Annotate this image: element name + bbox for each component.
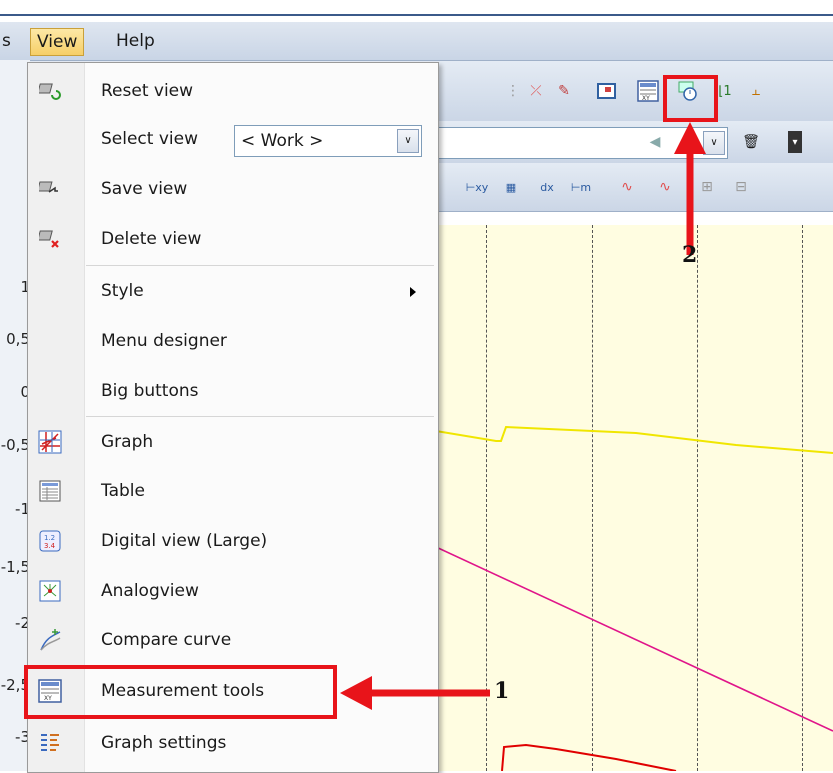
menu-item-graph[interactable]: Graph [28, 418, 438, 466]
menu-item-label: Save view [101, 179, 188, 199]
menu-item-save-view[interactable]: Save view [28, 165, 438, 213]
table-icon [38, 479, 62, 503]
y-tick: -2 [15, 614, 30, 632]
menu-item-label: Graph settings [101, 733, 227, 753]
menu-tools-partial[interactable]: s [0, 28, 17, 54]
curve-fit-icon[interactable]: ∿ [616, 176, 638, 198]
graph-icon [38, 430, 62, 454]
menu-item-big-buttons[interactable]: Big buttons [28, 367, 438, 415]
menu-item-label: Select view [101, 129, 198, 149]
clear-cursor-icon[interactable]: ⤫ [525, 80, 547, 102]
menu-separator [86, 265, 434, 266]
compare-curve-icon [38, 628, 62, 652]
bar-icon[interactable]: ⫠ [745, 80, 767, 102]
y-tick: -1 [15, 500, 30, 518]
menu-item-label: Compare curve [101, 630, 232, 650]
menu-item-style[interactable]: Style [28, 267, 438, 315]
y-tick: 0,5 [6, 330, 30, 348]
annotation-label-1: 1 [494, 678, 510, 704]
highlight-measurement-tools-toolbar [663, 75, 718, 122]
curve-fit-settings-icon[interactable]: ∿ [654, 176, 676, 198]
menu-item-analogview[interactable]: Analogview [28, 567, 438, 615]
measurement-tools-toolbar-icon[interactable]: XY [637, 80, 659, 102]
dropdown-icon[interactable]: ▾ [788, 131, 802, 153]
y-tick: 0 [20, 383, 30, 401]
zoom-window-icon[interactable] [596, 80, 618, 102]
annotation-label-2: 2 [682, 242, 698, 268]
y-tick: -3 [15, 728, 30, 746]
red-trace [501, 743, 677, 771]
menu-help[interactable]: Help [110, 28, 161, 54]
menu-item-label: Delete view [101, 229, 202, 249]
view-select[interactable]: < Work > ∨ [234, 125, 422, 157]
menu-item-label: Digital view (Large) [101, 531, 268, 551]
chevron-down-icon[interactable]: ∨ [703, 131, 725, 155]
highlight-measurement-tools-menu [24, 665, 337, 719]
digital-view-icon: 1.2 3.4 [38, 529, 62, 553]
submenu-arrow-icon [410, 287, 416, 297]
menu-view[interactable]: View [30, 28, 85, 56]
menu-item-label: Analogview [101, 581, 199, 601]
menu-item-select-view: Select view < Work > ∨ [28, 115, 438, 163]
analog-view-icon [38, 579, 62, 603]
menu-item-label: Style [101, 281, 144, 301]
menu-separator [86, 416, 434, 417]
svg-text:3.4: 3.4 [44, 542, 56, 550]
menu-item-digital-view-large[interactable]: 1.2 3.4 Digital view (Large) [28, 517, 438, 565]
delete-view-icon [38, 227, 62, 251]
menu-item-label: Table [101, 481, 145, 501]
trash-icon[interactable]: 🗑 [740, 131, 762, 153]
menu-bar: s View Help [0, 22, 833, 61]
y-tick: 1 [20, 278, 30, 296]
mean-icon[interactable]: ⊢m [570, 176, 592, 198]
table-xy-icon[interactable]: ▦ [500, 176, 522, 198]
y-tick: -1,5 [0, 558, 30, 576]
menu-item-label: Menu designer [101, 331, 227, 351]
derivative-icon[interactable]: dx [536, 176, 558, 198]
menu-item-table[interactable]: Table [28, 467, 438, 515]
menu-item-graph-settings[interactable]: Graph settings [28, 719, 438, 767]
reset-view-icon [38, 79, 62, 103]
y-tick: -0,5 [0, 436, 30, 454]
window-top-border [0, 0, 833, 20]
chevron-down-icon[interactable]: ∨ [397, 129, 419, 153]
grip-icon: ⋮ [506, 83, 520, 99]
disabled-tool-icon: ⊞ [701, 179, 713, 195]
menu-item-menu-designer[interactable]: Menu designer [28, 317, 438, 365]
arrow-right-icon[interactable]: ▶ [680, 131, 702, 153]
save-view-icon [38, 177, 62, 201]
menu-item-delete-view[interactable]: Delete view [28, 215, 438, 263]
disabled-tool-2-icon: ⊟ [735, 179, 747, 195]
view-select-value: < Work > [241, 131, 324, 151]
graph-settings-icon [38, 731, 62, 755]
pen-icon[interactable]: ✎ [553, 80, 575, 102]
svg-text:XY: XY [642, 95, 650, 102]
menu-item-compare-curve[interactable]: Compare curve [28, 616, 438, 664]
yellow-trace [436, 425, 833, 454]
svg-text:1.2: 1.2 [44, 534, 55, 542]
menu-item-label: Graph [101, 432, 154, 452]
menu-item-reset-view[interactable]: Reset view [28, 67, 438, 115]
arrow-left-icon[interactable]: ◀ [644, 131, 666, 153]
menu-item-label: Reset view [101, 81, 194, 101]
tangent-xy-icon[interactable]: ⊢xy [466, 176, 489, 198]
menu-item-label: Big buttons [101, 381, 199, 401]
